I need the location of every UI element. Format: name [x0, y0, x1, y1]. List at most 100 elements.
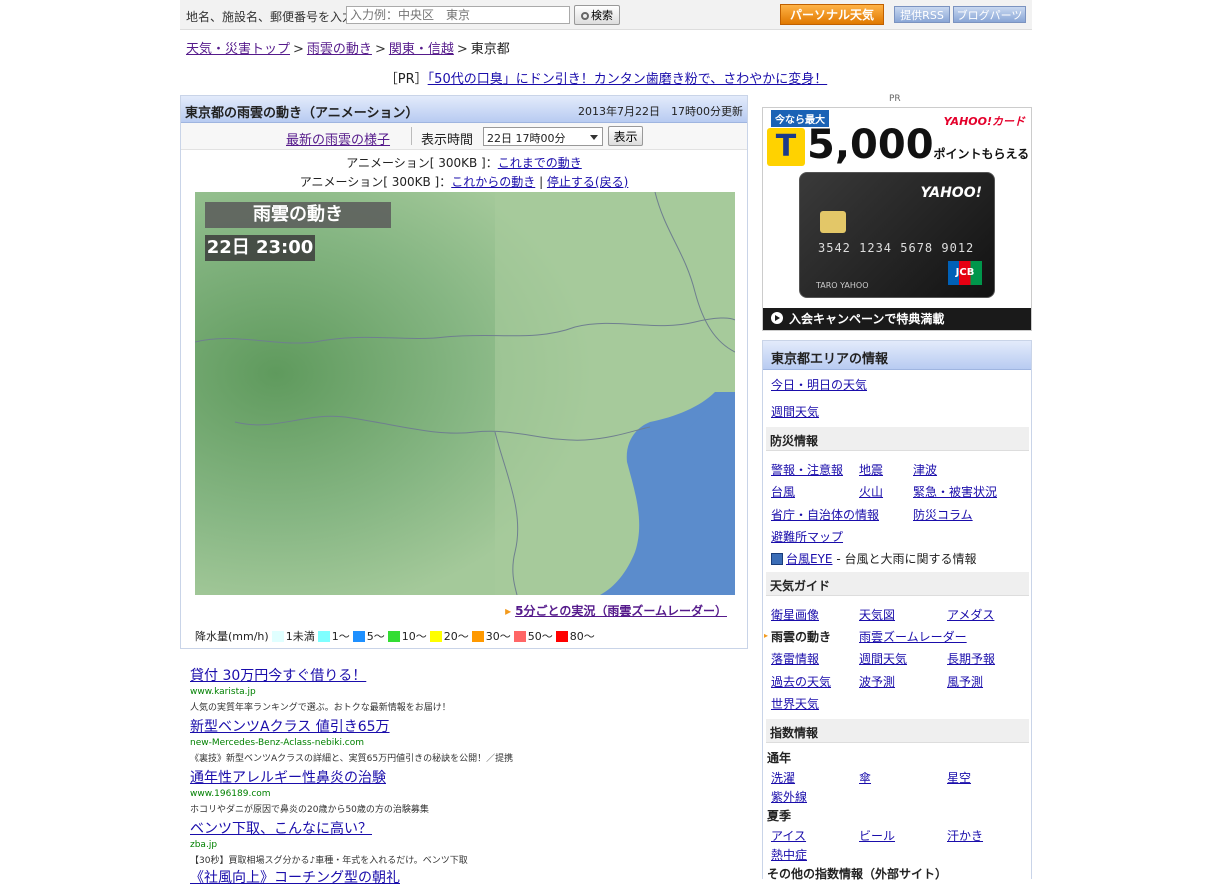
- wind-link[interactable]: 風予測: [947, 673, 983, 690]
- typhoon-eye-link[interactable]: 台風EYE: [786, 552, 833, 566]
- search-button[interactable]: 検索: [574, 5, 620, 25]
- satellite-link[interactable]: 衛星画像: [771, 606, 819, 623]
- ad-url: www.karista.jp: [190, 687, 256, 697]
- ad-title[interactable]: 通年性アレルギー性鼻炎の治験: [190, 767, 750, 787]
- other-index-label: その他の指数情報（外部サイト）: [767, 867, 948, 881]
- legend-label: 降水量(mm/h): [195, 630, 269, 643]
- umbrella-link[interactable]: 傘: [859, 769, 871, 786]
- sweat-link[interactable]: 汗かき: [947, 827, 983, 844]
- summer-label: 夏季: [767, 809, 792, 823]
- rain-cloud-current: 雨雲の動き: [771, 630, 832, 644]
- volcano-link[interactable]: 火山: [859, 483, 883, 500]
- points-value: 5,000: [807, 122, 934, 168]
- breadcrumb-weather-top[interactable]: 天気・災害トップ: [186, 42, 290, 57]
- show-button[interactable]: 表示: [608, 126, 643, 146]
- card-ad-points: 5,000ポイントもらえる: [807, 122, 1029, 168]
- wave-link[interactable]: 波予測: [859, 673, 895, 690]
- weekly-link-side[interactable]: 週間天気: [859, 650, 907, 667]
- ad-title[interactable]: ベンツ下取、こんなに高い？: [190, 818, 750, 838]
- card-holder: TARO YAHOO: [816, 281, 869, 290]
- legend-swatch: [429, 630, 442, 642]
- precipitation-legend: 降水量(mm/h) 1未満 1～ 5～ 10～ 20～ 30～ 50～ 80～: [195, 628, 595, 644]
- heatstroke-link[interactable]: 熱中症: [771, 846, 807, 863]
- animation-stop-link[interactable]: 停止する(戻る): [547, 175, 628, 189]
- ad-desc: 人気の実質年率ランキングで選ぶ。おトクな最新情報をお届け！: [190, 703, 451, 713]
- zoom-radar-link-text[interactable]: 5分ごとの実況（雨雲ズームレーダー）: [515, 604, 727, 618]
- legend-swatch: [513, 630, 526, 642]
- shelter-map-link[interactable]: 避難所マップ: [771, 528, 843, 545]
- ad-title[interactable]: 新型ベンツAクラス 値引き65万: [190, 716, 750, 736]
- map-time: 22日 23:00: [205, 235, 315, 261]
- time-label: 表示時間: [421, 133, 474, 148]
- breadcrumb-current: 東京都: [470, 42, 510, 57]
- arrow-right-icon: ▸: [505, 604, 512, 618]
- lightning-link[interactable]: 落雷情報: [771, 650, 819, 667]
- laundry-link[interactable]: 洗濯: [771, 769, 795, 786]
- credit-card-image: YAHOO! 3542 1234 5678 9012 JCB TARO YAHO…: [799, 172, 995, 298]
- legend-swatch: [471, 630, 484, 642]
- animation-future-row: アニメーション[ 300KB ]：これからの動き | 停止する(戻る): [181, 173, 747, 190]
- amedas-link[interactable]: アメダス: [947, 606, 994, 623]
- animation-future-link[interactable]: これからの動き: [451, 175, 535, 189]
- typhoon-eye-row: 台風EYE - 台風と大雨に関する情報: [771, 550, 976, 567]
- ice-link[interactable]: アイス: [771, 827, 806, 844]
- search-button-label: 検索: [591, 9, 613, 22]
- animation-past-row: アニメーション[ 300KB ]：これまでの動き: [181, 154, 747, 171]
- weather-chart-link[interactable]: 天気図: [859, 606, 895, 623]
- update-date: 2013年7月22日 17時00分更新: [578, 105, 743, 118]
- world-weather-link[interactable]: 世界天気: [771, 695, 819, 712]
- warning-link[interactable]: 警報・注意報: [771, 461, 843, 478]
- sponsored-ad: 通年性アレルギー性鼻炎の治験 www.196189.com ホコリやダニが原因で…: [190, 767, 750, 815]
- map-title: 雨雲の動き: [205, 202, 391, 228]
- legend-swatch: [352, 630, 365, 642]
- breadcrumb-sep: >: [293, 42, 304, 57]
- card-advertisement[interactable]: 今なら最大 YAHOO!カード T 5,000ポイントもらえる YAHOO! 3…: [762, 107, 1032, 331]
- sponsored-ad: ベンツ下取、こんなに高い？ zba.jp 【30秒】買取相場スグ分かる♪車種・年…: [190, 818, 750, 866]
- rain-cloud-map: 雨雲の動き 22日 23:00: [195, 192, 735, 595]
- today-tomorrow-link[interactable]: 今日・明日の天気: [771, 376, 867, 393]
- zoom-radar-link-side[interactable]: 雨雲ズームレーダー: [859, 628, 967, 645]
- year-round-label: 通年: [767, 751, 792, 765]
- latest-rain-link[interactable]: 最新の雨雲の様子: [286, 129, 390, 148]
- breadcrumb-sep: >: [374, 42, 386, 57]
- play-icon: [771, 312, 783, 324]
- beer-link[interactable]: ビール: [859, 827, 895, 844]
- zoom-radar-link[interactable]: ▸ 5分ごとの実況（雨雲ズームレーダー）: [505, 602, 727, 619]
- pr-banner-link[interactable]: 「50代の口臭」にドン引き！カンタン歯磨き粉で、さわやかに変身！: [428, 72, 828, 87]
- area-info-header: 東京都エリアの情報: [763, 341, 1031, 370]
- personal-weather-button[interactable]: パーソナル天気: [780, 4, 884, 25]
- rss-button[interactable]: 提供RSS: [894, 6, 950, 23]
- ad-title[interactable]: 《社風向上》コーチング型の朝礼: [190, 867, 750, 887]
- search-input[interactable]: [346, 6, 570, 24]
- page: 地名、施設名、郵便番号を入力 検索 パーソナル天気 提供RSS ブログパーツ 天…: [180, 0, 1032, 886]
- starry-sky-link[interactable]: 星空: [947, 769, 971, 786]
- legend-swatch: [317, 630, 330, 642]
- sponsored-ad: 《社風向上》コーチング型の朝礼: [190, 867, 750, 887]
- legend-item-label: 5～: [366, 630, 385, 643]
- card-chip-icon: [820, 211, 846, 233]
- search-icon: [581, 12, 589, 20]
- weekly-weather-link[interactable]: 週間天気: [771, 403, 819, 420]
- current-indicator-icon: ▸: [764, 631, 769, 640]
- animation-past-link[interactable]: これまでの動き: [498, 156, 582, 170]
- government-info-link[interactable]: 省庁・自治体の情報: [771, 506, 879, 523]
- blog-parts-button[interactable]: ブログパーツ: [953, 6, 1026, 23]
- breadcrumb-rain-cloud[interactable]: 雨雲の動き: [307, 42, 372, 57]
- time-select[interactable]: 22日 17時00分: [483, 127, 603, 146]
- past-weather-link[interactable]: 過去の天気: [771, 673, 831, 690]
- time-control-row: 最新の雨雲の様子 表示時間 22日 17時00分 表示: [181, 123, 747, 150]
- ad-url: www.196189.com: [190, 789, 271, 799]
- emergency-link[interactable]: 緊急・被害状況: [913, 483, 997, 500]
- ad-title[interactable]: 貸付 30万円今すぐ借りる！: [190, 665, 750, 685]
- disaster-column-link[interactable]: 防災コラム: [913, 506, 973, 523]
- ad-desc: 《裏技》新型ベンツAクラスの詳細と、実質65万円値引きの秘訣を公開！／提携: [190, 754, 514, 764]
- breadcrumb-kanto[interactable]: 関東・信越: [389, 42, 454, 57]
- tsunami-link[interactable]: 津波: [913, 461, 937, 478]
- jcb-logo: JCB: [948, 261, 982, 285]
- typhoon-link[interactable]: 台風: [771, 483, 795, 500]
- typhoon-eye-desc: - 台風と大雨に関する情報: [832, 552, 977, 566]
- card-number: 3542 1234 5678 9012: [818, 241, 975, 255]
- earthquake-link[interactable]: 地震: [859, 461, 883, 478]
- long-term-link[interactable]: 長期予報: [947, 650, 995, 667]
- uv-link[interactable]: 紫外線: [771, 788, 807, 805]
